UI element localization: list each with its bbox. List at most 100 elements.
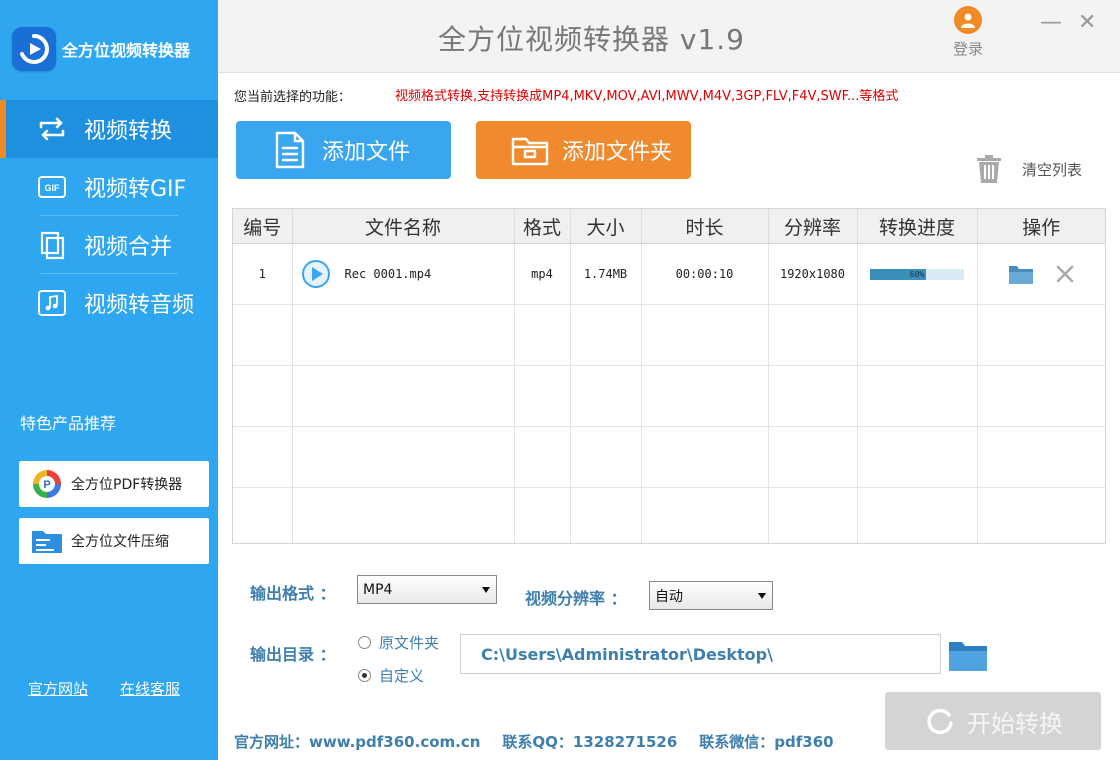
footer-wechat: 联系微信：pdf360	[699, 733, 834, 751]
folder-icon	[949, 642, 987, 671]
add-file-label: 添加文件	[322, 140, 411, 165]
browse-folder-button[interactable]	[948, 638, 988, 676]
cell-filename: Rec 0001.mp4	[292, 243, 515, 305]
resolution-label: 视频分辨率 ：	[525, 589, 627, 608]
official-website-link[interactable]: 官方网站	[28, 678, 88, 699]
header-format: 格式	[514, 209, 571, 244]
table-header-row: 编号 文件名称 格式 大小 时长 分辨率 转换进度 操作	[233, 209, 1105, 244]
radio-button[interactable]	[358, 636, 371, 649]
recommend-file-compress[interactable]: 全方位文件压缩	[19, 518, 209, 564]
table-row-empty	[233, 487, 1105, 543]
sidebar-nav: 视频转换 GIF 视频转GIF 视频合并 视频转音频	[0, 100, 218, 332]
header-progress: 转换进度	[857, 209, 978, 244]
function-label: 您当前选择的功能：	[234, 90, 352, 105]
add-folder-button[interactable]: 添加文件夹	[476, 121, 691, 179]
output-format-value: MP4	[363, 581, 393, 598]
footer: 官方网址：www.pdf360.com.cn 联系QQ：1328271526 联…	[234, 731, 834, 752]
gif-icon: GIF	[36, 171, 68, 203]
svg-text:P: P	[43, 479, 50, 491]
sidebar: 全方位视频转换器 视频转换 GIF 视频转GIF 视频合并 视频转音频 特色产品…	[0, 0, 218, 760]
play-icon[interactable]	[301, 259, 331, 289]
radio-original-folder[interactable]: 原文件夹	[358, 632, 439, 653]
file-compress-icon	[29, 523, 65, 559]
title-bar: 全方位视频转换器 v1.9 登录 — ✕	[218, 0, 1120, 73]
header-index: 编号	[233, 209, 293, 244]
cell-format: mp4	[514, 243, 571, 305]
delete-icon[interactable]	[1056, 265, 1074, 283]
sidebar-item-video-merge[interactable]: 视频合并	[0, 216, 218, 274]
recommend-label: 全方位PDF转换器	[71, 477, 183, 493]
header-filename: 文件名称	[292, 209, 515, 244]
radio-button[interactable]	[358, 669, 371, 682]
start-convert-label: 开始转换	[967, 709, 1063, 738]
footer-website: 官方网址：www.pdf360.com.cn	[234, 733, 481, 751]
function-description: 视频格式转换,支持转换成MP4,MKV,MOV,AVI,MWV,M4V,3GP,…	[395, 89, 899, 104]
cell-resolution: 1920x1080	[768, 243, 858, 305]
resolution-value: 自动	[655, 588, 683, 605]
chevron-down-icon	[758, 593, 766, 599]
footer-qq: 联系QQ：1328271526	[502, 733, 678, 751]
output-path-input[interactable]	[460, 634, 941, 674]
clear-list-label: 清空列表	[1022, 160, 1083, 179]
table-row[interactable]: 1 Rec 0001.mp4 mp4 1.74MB 00:00:10 1920x…	[233, 243, 1105, 305]
header-size: 大小	[570, 209, 642, 244]
minimize-button[interactable]: —	[1040, 10, 1062, 35]
sidebar-item-video-to-audio[interactable]: 视频转音频	[0, 274, 218, 332]
cell-duration: 00:00:10	[641, 243, 769, 305]
refresh-icon	[925, 706, 955, 736]
file-name: Rec 0001.mp4	[344, 267, 432, 281]
sidebar-item-label: 视频转音频	[84, 293, 195, 318]
radio-custom-label: 自定义	[379, 667, 425, 685]
logo-play-icon	[12, 27, 56, 71]
sidebar-links: 官方网站 在线客服	[28, 678, 180, 699]
pdf-converter-icon: P	[29, 466, 65, 502]
cell-size: 1.74MB	[570, 243, 642, 305]
document-icon	[270, 130, 310, 170]
table-row-empty	[233, 304, 1105, 366]
trash-icon	[977, 155, 1001, 183]
app-logo: 全方位视频转换器	[12, 25, 190, 73]
cell-progress: 60%	[857, 243, 978, 305]
sidebar-item-label: 视频转GIF	[84, 177, 187, 202]
online-support-link[interactable]: 在线客服	[120, 678, 180, 699]
merge-icon	[36, 229, 68, 261]
table-row-empty	[233, 426, 1105, 488]
progress-text: 60%	[909, 269, 925, 279]
cell-actions	[977, 243, 1105, 305]
start-convert-button[interactable]: 开始转换	[885, 692, 1101, 750]
sidebar-item-video-to-gif[interactable]: GIF 视频转GIF	[0, 158, 218, 216]
svg-text:GIF: GIF	[45, 183, 61, 193]
radio-original-label: 原文件夹	[379, 634, 440, 652]
convert-icon	[36, 113, 68, 145]
add-file-button[interactable]: 添加文件	[236, 121, 451, 179]
sidebar-item-video-convert[interactable]: 视频转换	[0, 100, 218, 158]
user-avatar-icon	[954, 6, 982, 34]
resolution-select[interactable]: 自动	[649, 581, 773, 610]
header-resolution: 分辨率	[768, 209, 858, 244]
table-row-empty	[233, 365, 1105, 427]
radio-custom-folder[interactable]: 自定义	[358, 665, 424, 686]
recommend-title: 特色产品推荐	[20, 414, 117, 433]
clear-list-button[interactable]: 清空列表	[976, 154, 1082, 184]
window-title: 全方位视频转换器 v1.9	[438, 23, 746, 56]
file-table: 编号 文件名称 格式 大小 时长 分辨率 转换进度 操作 1 Rec 0001.…	[232, 208, 1106, 544]
logo-text: 全方位视频转换器	[62, 41, 191, 60]
audio-icon	[36, 287, 68, 319]
cell-index: 1	[233, 243, 293, 305]
login-label: 登录	[952, 40, 983, 58]
close-button[interactable]: ✕	[1078, 10, 1096, 35]
progress-bar: 60%	[870, 268, 964, 280]
output-format-label: 输出格式 ：	[250, 584, 336, 603]
recommend-label: 全方位文件压缩	[71, 534, 169, 550]
open-folder-icon[interactable]	[1008, 263, 1034, 285]
login-button[interactable]: 登录	[948, 6, 988, 59]
header-actions: 操作	[977, 209, 1105, 244]
add-folder-label: 添加文件夹	[562, 140, 673, 165]
header-duration: 时长	[641, 209, 769, 244]
output-format-select[interactable]: MP4	[357, 575, 497, 604]
folder-icon	[510, 130, 550, 170]
recommend-pdf-converter[interactable]: P 全方位PDF转换器	[19, 461, 209, 507]
app-window: 全方位视频转换器 视频转换 GIF 视频转GIF 视频合并 视频转音频 特色产品…	[0, 0, 1120, 760]
sidebar-item-label: 视频合并	[84, 235, 173, 260]
sidebar-item-label: 视频转换	[84, 119, 173, 144]
